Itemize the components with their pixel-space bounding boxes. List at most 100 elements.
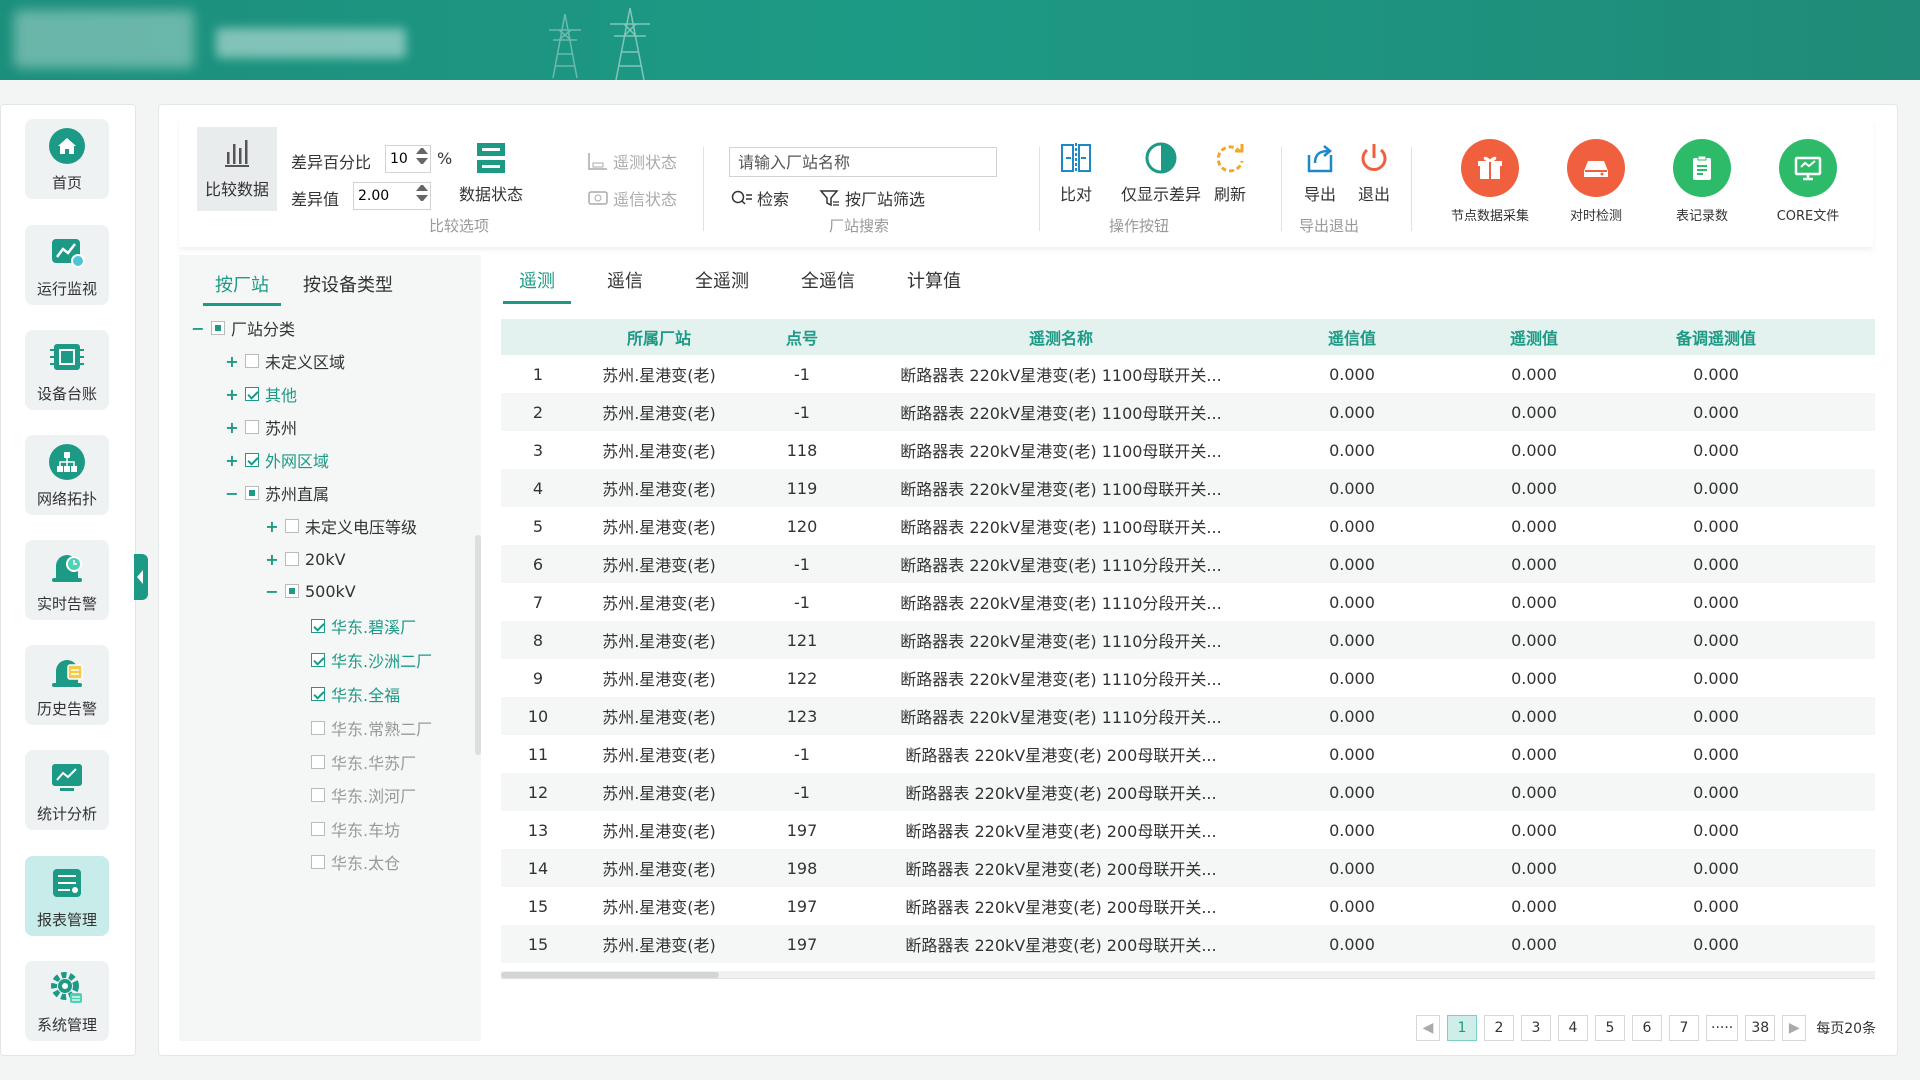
expand-icon[interactable]: + (223, 385, 241, 404)
table-row[interactable]: 14 苏州.星港变(老) 198 断路器表 220kV星港变(老) 200母联开关..… (501, 849, 1875, 887)
page-ellipsis[interactable]: ····· (1706, 1015, 1739, 1041)
tree-node[interactable]: 华东.车坊 (307, 814, 400, 844)
page-button[interactable]: 7 (1669, 1015, 1699, 1041)
tree-checkbox[interactable] (311, 755, 325, 769)
export-button[interactable]: 导出 (1303, 141, 1337, 205)
tree-checkbox[interactable] (245, 453, 259, 467)
tree-checkbox[interactable] (311, 653, 325, 667)
diff-percent-input[interactable] (386, 151, 416, 167)
stepper-up-icon[interactable] (416, 148, 428, 154)
diff-value-stepper[interactable] (353, 182, 431, 210)
tree-checkbox[interactable] (311, 687, 325, 701)
tree-node[interactable]: 华东.常熟二厂 (307, 713, 432, 743)
nav-item-realtime-alarm[interactable]: 实时告警 (25, 540, 109, 620)
tree-node[interactable]: + 外网区域 (223, 445, 329, 475)
tree-checkbox[interactable] (311, 721, 325, 735)
table-row[interactable]: 1 苏州.星港变(老) -1 断路器表 220kV星港变(老) 1100母联开关...… (501, 355, 1875, 393)
tree-checkbox[interactable] (285, 584, 299, 598)
tree-checkbox[interactable] (245, 486, 259, 500)
collapse-icon[interactable]: − (263, 582, 281, 601)
expand-icon[interactable]: + (263, 550, 281, 569)
tree-node[interactable]: + 苏州 (223, 412, 297, 442)
stepper-down-icon[interactable] (416, 195, 428, 201)
page-button[interactable]: 4 (1558, 1015, 1588, 1041)
tree-node[interactable]: 华东.全福 (307, 679, 400, 709)
time-sync-check-button[interactable] (1567, 139, 1625, 197)
nav-item-network-topology[interactable]: 网络拓扑 (25, 435, 109, 515)
compare-data-button[interactable]: 比较数据 (197, 127, 277, 211)
column-header-backup-telemetry-value[interactable]: 备调遥测值 (1625, 325, 1807, 349)
tree-node[interactable]: + 未定义电压等级 (263, 511, 417, 541)
table-row[interactable]: 13 苏州.星港变(老) 197 断路器表 220kV星港变(老) 200母联开关..… (501, 811, 1875, 849)
page-button[interactable]: 1 (1447, 1015, 1477, 1041)
next-page-icon[interactable]: ▶ (1782, 1015, 1807, 1041)
tree-node[interactable]: 华东.浏河厂 (307, 780, 416, 810)
tab-all-telesignal[interactable]: 全遥信 (785, 263, 871, 304)
table-row[interactable]: 11 苏州.星港变(老) -1 断路器表 220kV星港变(老) 200母联开关...… (501, 735, 1875, 773)
tree-node[interactable]: − 500kV (263, 576, 355, 606)
tree-node[interactable]: +20kV (263, 544, 345, 574)
station-search-input[interactable] (729, 147, 997, 177)
page-button[interactable]: 2 (1484, 1015, 1514, 1041)
exit-button[interactable]: 退出 (1357, 141, 1391, 205)
collapse-icon[interactable]: − (189, 319, 207, 338)
table-row[interactable]: 10 苏州.星港变(老) 123 断路器表 220kV星港变(老) 1110分段开关.… (501, 697, 1875, 735)
tree-checkbox[interactable] (245, 387, 259, 401)
nav-item-equipment-ledger[interactable]: 设备台账 (25, 330, 109, 410)
column-header-telemetry-value[interactable]: 遥测值 (1443, 325, 1625, 349)
expand-icon[interactable]: + (223, 352, 241, 371)
table-record-count-button[interactable] (1673, 139, 1731, 197)
prev-page-icon[interactable]: ◀ (1416, 1015, 1440, 1041)
page-button[interactable]: 5 (1595, 1015, 1625, 1041)
collapse-icon[interactable]: − (223, 484, 241, 503)
page-button[interactable]: 3 (1521, 1015, 1551, 1041)
horizontal-scrollbar[interactable] (501, 971, 1875, 979)
table-row[interactable]: 12 苏州.星港变(老) -1 断路器表 220kV星港变(老) 200母联开关...… (501, 773, 1875, 811)
table-row[interactable]: 15 苏州.星港变(老) 197 断路器表 220kV星港变(老) 200母联开关..… (501, 925, 1875, 963)
core-file-button[interactable] (1779, 139, 1837, 197)
nav-item-run-monitor[interactable]: 运行监视 (25, 225, 109, 305)
compare-button[interactable]: 比对 (1059, 141, 1093, 205)
tree-node[interactable]: − 厂站分类 (189, 313, 295, 343)
tree-checkbox[interactable] (245, 420, 259, 434)
sidebar-collapse-toggle[interactable] (134, 554, 148, 600)
tree-checkbox[interactable] (311, 855, 325, 869)
page-button[interactable]: 6 (1632, 1015, 1662, 1041)
tree-node[interactable]: − 苏州直属 (223, 478, 329, 508)
table-row[interactable]: 8 苏州.星港变(老) 121 断路器表 220kV星港变(老) 1110分段开关..… (501, 621, 1875, 659)
column-header-telesignal-value[interactable]: 遥信值 (1261, 325, 1443, 349)
nav-item-report-management[interactable]: 报表管理 (25, 856, 109, 936)
table-row[interactable]: 2 苏州.星港变(老) -1 断路器表 220kV星港变(老) 1100母联开关...… (501, 393, 1875, 431)
tree-checkbox[interactable] (245, 354, 259, 368)
tree-checkbox[interactable] (285, 519, 299, 533)
expand-icon[interactable]: + (263, 517, 281, 536)
tree-node[interactable]: + 未定义区域 (223, 346, 345, 376)
data-status-button[interactable]: 数据状态 (459, 141, 523, 205)
column-header-station[interactable]: 所属厂站 (575, 325, 743, 349)
expand-icon[interactable]: + (223, 451, 241, 470)
page-button[interactable]: 38 (1745, 1015, 1776, 1041)
nav-item-system-management[interactable]: 系统管理 (25, 961, 109, 1041)
tab-telesignal[interactable]: 遥信 (591, 263, 659, 304)
table-row[interactable]: 7 苏州.星港变(老) -1 断路器表 220kV星港变(老) 1110分段开关...… (501, 583, 1875, 621)
table-row[interactable]: 6 苏州.星港变(老) -1 断路器表 220kV星港变(老) 1110分段开关...… (501, 545, 1875, 583)
tree-scrollbar[interactable] (475, 535, 481, 755)
table-row[interactable]: 3 苏州.星港变(老) 118 断路器表 220kV星港变(老) 1100母联开关..… (501, 431, 1875, 469)
diff-percent-stepper[interactable] (385, 145, 431, 173)
table-row[interactable]: 5 苏州.星港变(老) 120 断路器表 220kV星港变(老) 1100母联开关..… (501, 507, 1875, 545)
tab-all-telemetry[interactable]: 全遥测 (679, 263, 765, 304)
tree-checkbox[interactable] (285, 552, 299, 566)
nav-item-statistics[interactable]: 统计分析 (25, 750, 109, 830)
table-row[interactable]: 9 苏州.星港变(老) 122 断路器表 220kV星港变(老) 1110分段开关..… (501, 659, 1875, 697)
node-data-collect-button[interactable] (1461, 139, 1519, 197)
tab-telemetry[interactable]: 遥测 (503, 263, 571, 304)
table-row[interactable]: 4 苏州.星港变(老) 119 断路器表 220kV星港变(老) 1100母联开关..… (501, 469, 1875, 507)
tree-checkbox[interactable] (211, 321, 225, 335)
stepper-up-icon[interactable] (416, 185, 428, 191)
stepper-down-icon[interactable] (416, 158, 428, 164)
horizontal-scrollbar-thumb[interactable] (501, 972, 719, 978)
tree-node[interactable]: 华东.沙洲二厂 (307, 645, 432, 675)
page-size-label[interactable]: 每页20条 (1816, 1018, 1876, 1038)
diff-value-input[interactable] (354, 188, 414, 204)
tab-calculated-value[interactable]: 计算值 (891, 263, 977, 304)
